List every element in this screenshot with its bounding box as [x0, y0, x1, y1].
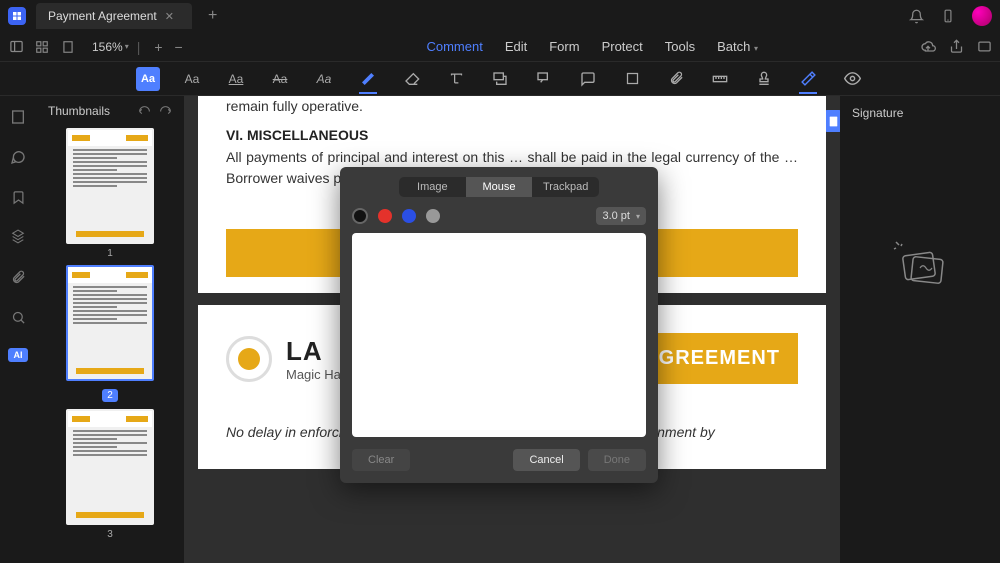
color-swatch-gray[interactable]: [426, 209, 440, 223]
clear-button[interactable]: Clear: [352, 449, 410, 471]
modal-tab-mouse[interactable]: Mouse: [466, 177, 533, 197]
modal-tab-trackpad[interactable]: Trackpad: [532, 177, 599, 197]
chevron-down-icon: ▾: [636, 212, 640, 221]
signature-modal: Image Mouse Trackpad 3.0 pt ▾ Clear Canc…: [340, 167, 658, 483]
color-swatch-red[interactable]: [378, 209, 392, 223]
signature-modal-tabs: Image Mouse Trackpad: [399, 177, 599, 197]
done-button[interactable]: Done: [588, 449, 646, 471]
signature-canvas[interactable]: [352, 233, 646, 437]
modal-overlay: Image Mouse Trackpad 3.0 pt ▾ Clear Canc…: [0, 0, 1000, 563]
cancel-button[interactable]: Cancel: [513, 449, 579, 471]
color-swatch-black[interactable]: [352, 208, 368, 224]
color-swatch-blue[interactable]: [402, 209, 416, 223]
modal-tab-image[interactable]: Image: [399, 177, 466, 197]
stroke-width-select[interactable]: 3.0 pt ▾: [596, 207, 646, 225]
